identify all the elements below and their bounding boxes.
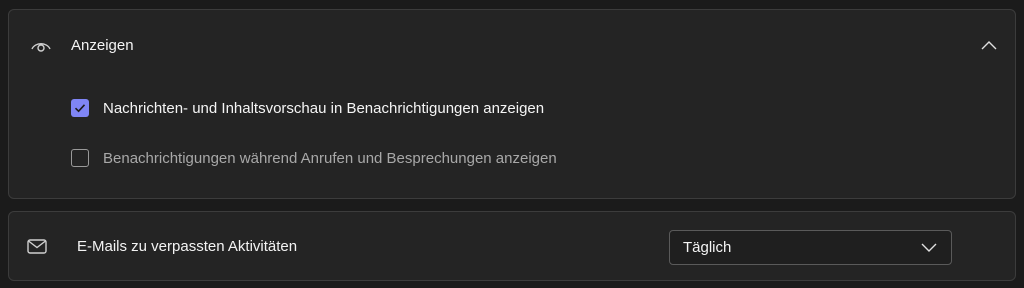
notifications-during-calls-checkbox (71, 149, 89, 167)
chevron-up-icon[interactable] (981, 40, 997, 50)
missed-activity-email-label: E-Mails zu verpassten Aktivitäten (77, 238, 298, 255)
mail-icon (27, 239, 47, 254)
display-section-header[interactable]: Anzeigen (9, 10, 1015, 84)
option-message-preview[interactable]: Nachrichten- und Inhaltsvorschau in Bena… (71, 96, 995, 120)
email-frequency-dropdown[interactable]: Täglich (669, 230, 952, 265)
display-settings-card: Anzeigen Nachrichten- und Inhaltsvorscha… (8, 9, 1016, 199)
eye-icon (31, 43, 51, 52)
option-notifications-during-calls: Benachrichtigungen während Anrufen und B… (71, 146, 995, 170)
chevron-down-icon (921, 243, 937, 252)
section-title: Anzeigen (71, 37, 134, 54)
dropdown-selected-value: Täglich (683, 239, 732, 256)
notifications-during-calls-label: Benachrichtigungen während Anrufen und B… (103, 149, 557, 167)
email-settings-card: E-Mails zu verpassten Aktivitäten Täglic… (8, 211, 1016, 281)
message-preview-label: Nachrichten- und Inhaltsvorschau in Bena… (103, 99, 545, 117)
checkmark-icon (74, 104, 86, 113)
message-preview-checkbox[interactable] (71, 99, 89, 117)
